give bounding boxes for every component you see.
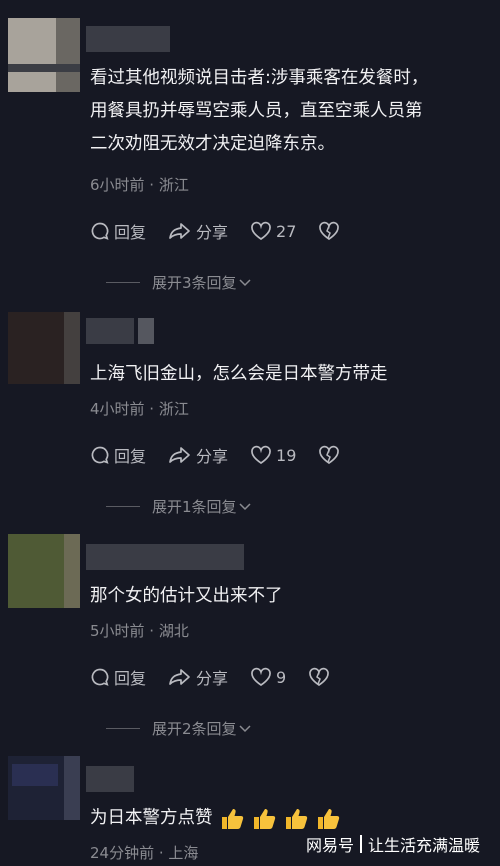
share-label: 分享 [196,223,229,242]
reply-button[interactable]: 回复 [90,443,146,467]
like-count: 27 [276,221,297,241]
expand-replies-button[interactable]: 展开1条回复 [106,496,253,517]
username-suffix [138,318,154,344]
expand-replies-label: 展开3条回复 [152,274,237,292]
comment-meta: 24分钟前 · 上海 [90,844,199,862]
thumbs-up-emoji [253,808,275,829]
avatar[interactable] [8,756,80,820]
like-heart-icon [251,445,271,464]
comment-item: 那个女的估计又出来不了 5小时前 · 湖北 回复 分享 9 展开2条回复 [0,524,500,748]
share-label: 分享 [196,669,229,688]
expand-replies-button[interactable]: 展开3条回复 [106,272,253,293]
like-button[interactable]: 19 [250,445,296,465]
comment-text-line: 上海飞旧金山，怎么会是日本警方带走 [90,364,388,384]
dislike-heart-icon [309,667,330,686]
reply-icon [91,668,109,686]
like-button[interactable]: 27 [250,221,296,241]
comment-text-line: 用餐具扔并辱骂空乘人员，直至空乘人员第 [90,101,423,121]
like-heart-icon [251,221,271,240]
chevron-down-icon [239,724,251,732]
comment-actions: 回复 分享 19 [90,442,366,468]
chevron-down-icon [239,502,251,510]
reply-button[interactable]: 回复 [90,665,146,689]
thumbs-up-emoji [221,808,243,829]
watermark-account: 让生活充满温暖 [367,836,480,855]
watermark: 网易号 让生活充满温暖 [306,832,480,856]
dislike-heart-icon [319,445,340,464]
thumbs-up-emoji [317,808,339,829]
reply-icon [91,222,109,240]
like-count: 9 [276,667,287,687]
avatar[interactable] [8,534,80,608]
comment-text-line: 二次劝阻无效才决定迫降东京。 [90,134,335,154]
comment-text: 上海飞旧金山，怎么会是日本警方带走 [90,358,490,391]
dislike-button[interactable] [308,667,334,687]
chevron-down-icon [239,278,251,286]
watermark-separator [359,835,362,853]
like-count: 19 [276,445,297,465]
reply-label: 回复 [114,223,147,242]
comment-item: 上海飞旧金山，怎么会是日本警方带走 4小时前 · 浙江 回复 分享 19 展开1… [0,300,500,524]
avatar[interactable] [8,18,80,92]
thumbs-up-emoji [285,808,307,829]
reply-button[interactable]: 回复 [90,219,146,243]
reply-icon [91,446,109,464]
comment-meta: 4小时前 · 浙江 [90,400,189,418]
share-label: 分享 [196,447,229,466]
comment-text-line: 为日本警方点赞 [90,808,213,828]
username[interactable] [86,544,244,570]
comment-actions: 回复 分享 9 [90,664,356,690]
share-button[interactable]: 分享 [168,219,228,243]
username[interactable] [86,766,134,792]
like-button[interactable]: 9 [250,667,286,687]
share-icon [169,223,190,239]
divider [106,728,140,729]
share-button[interactable]: 分享 [168,665,228,689]
reply-label: 回复 [114,669,147,688]
expand-replies-label: 展开1条回复 [152,498,237,516]
expand-replies-button[interactable]: 展开2条回复 [106,718,253,739]
share-icon [169,447,190,463]
comment-actions: 回复 分享 27 [90,218,366,244]
comment-text: 为日本警方点赞 [90,802,490,835]
dislike-heart-icon [319,221,340,240]
comment-item: 看过其他视频说目击者:涉事乘客在发餐时， 用餐具扔并辱骂空乘人员，直至空乘人员第… [0,0,500,300]
comment-text: 看过其他视频说目击者:涉事乘客在发餐时， 用餐具扔并辱骂空乘人员，直至空乘人员第… [90,62,490,161]
comment-text: 那个女的估计又出来不了 [90,580,490,613]
like-heart-icon [251,667,271,686]
watermark-brand: 网易号 [305,836,354,855]
comment-meta: 5小时前 · 湖北 [90,622,189,640]
share-icon [169,669,190,685]
share-button[interactable]: 分享 [168,443,228,467]
comment-meta: 6小时前 · 浙江 [90,176,189,194]
dislike-button[interactable] [318,221,344,241]
divider [106,282,140,283]
divider [106,506,140,507]
reply-label: 回复 [114,447,147,466]
username[interactable] [86,318,134,344]
avatar[interactable] [8,312,80,384]
dislike-button[interactable] [318,445,344,465]
username[interactable] [86,26,170,52]
expand-replies-label: 展开2条回复 [152,720,237,738]
comment-text-line: 看过其他视频说目击者:涉事乘客在发餐时， [90,68,429,88]
comment-text-line: 那个女的估计又出来不了 [90,586,283,606]
